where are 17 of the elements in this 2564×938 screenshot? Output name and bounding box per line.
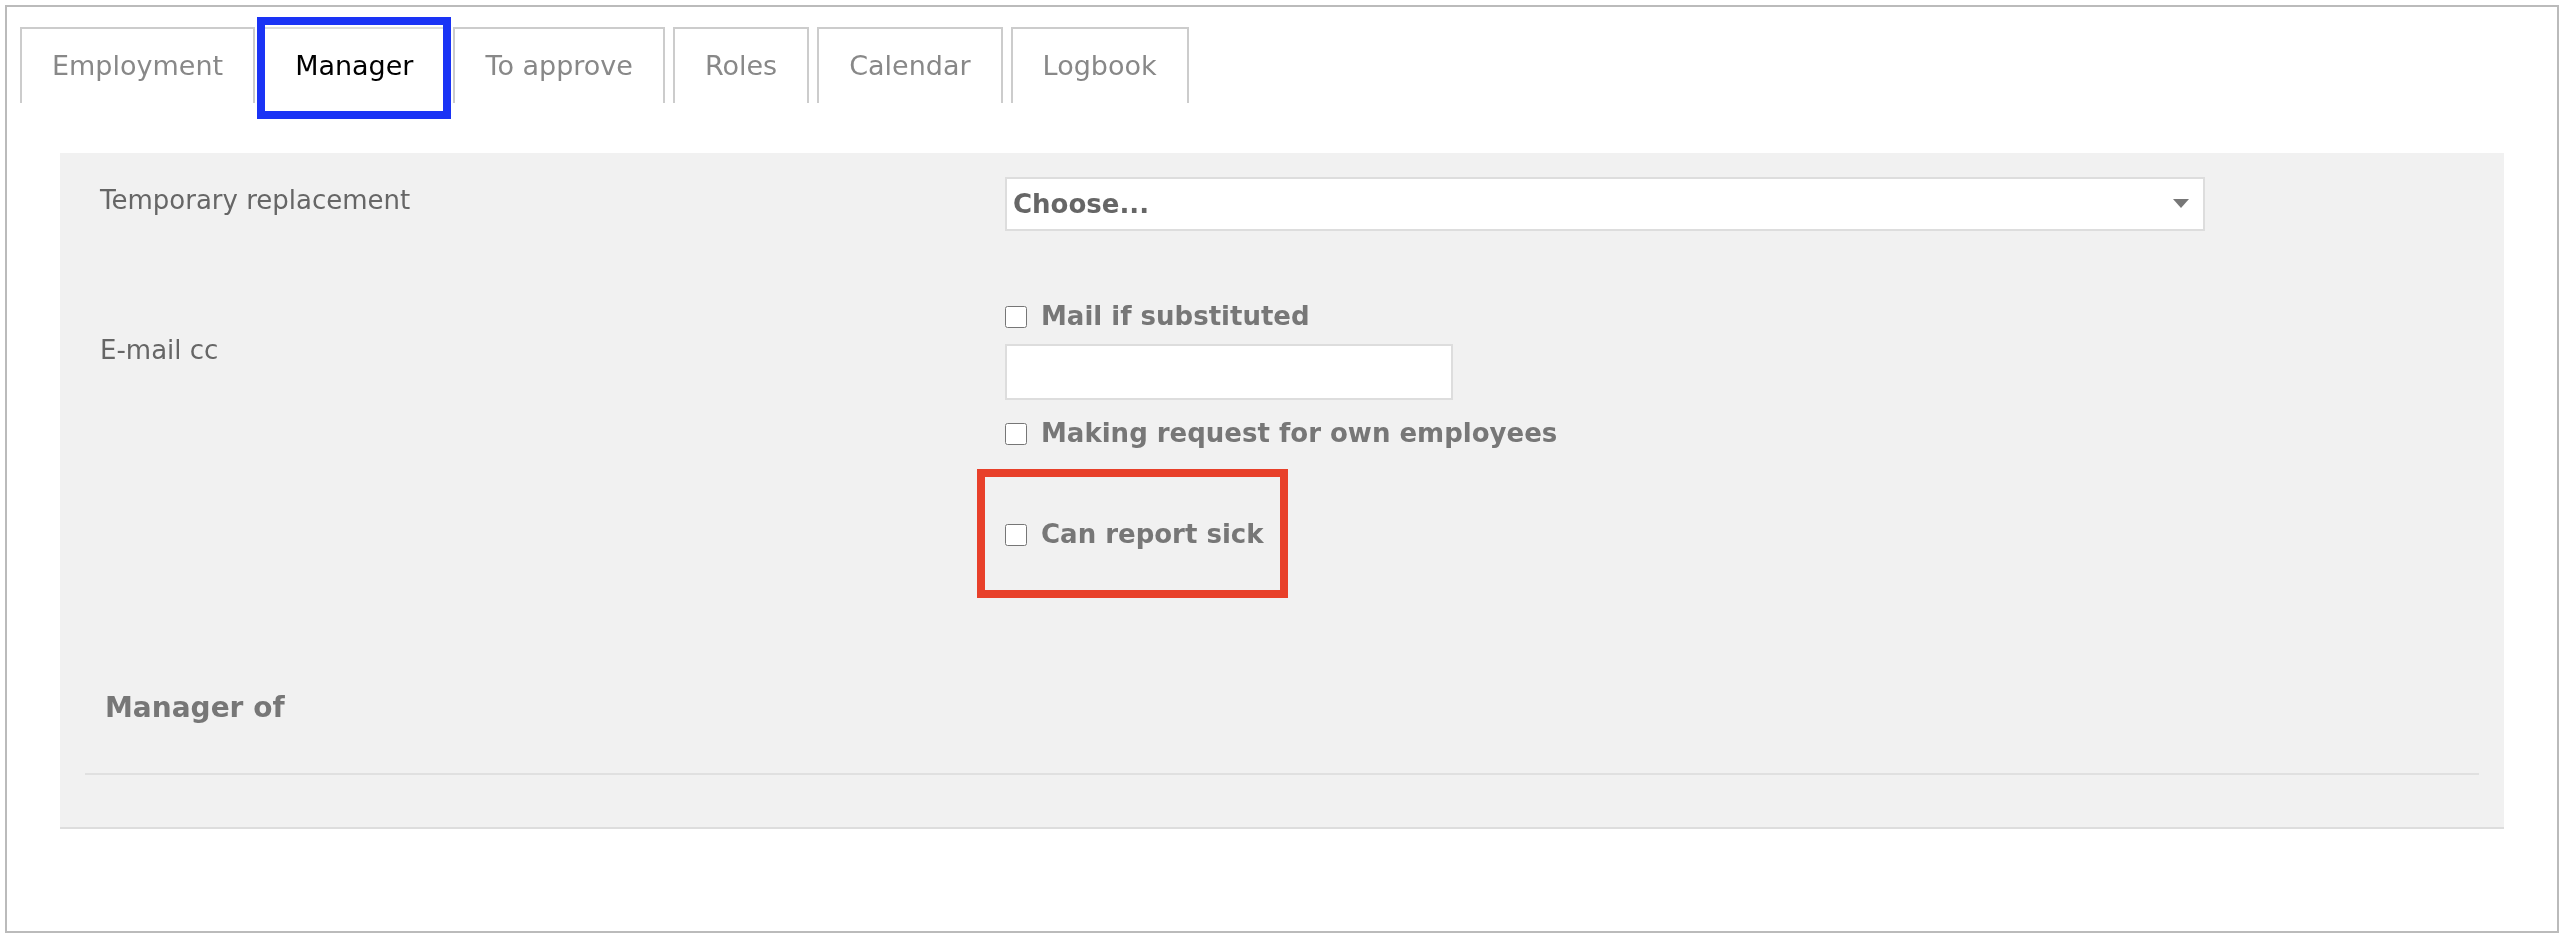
checkbox-label: Making request for own employees — [1041, 417, 1558, 450]
caret-icon — [2173, 199, 2189, 209]
tab[interactable]: Roles — [672, 27, 810, 103]
checkbox[interactable] — [1005, 305, 1027, 328]
checkbox-label: Mail if substituted — [1041, 300, 1310, 333]
tab[interactable]: To approve — [453, 27, 665, 103]
section-title: Manager of — [104, 690, 286, 726]
checkbox-label: Can report sick — [1041, 518, 1264, 551]
checkbox[interactable] — [1005, 523, 1027, 546]
field-label: E-mail cc — [100, 334, 220, 367]
field-label: Temporary replacement — [100, 184, 412, 217]
tab[interactable]: Employment — [20, 27, 256, 103]
email-input-field[interactable] — [1005, 344, 1453, 400]
tab[interactable]: Calendar — [817, 27, 1003, 103]
checkbox[interactable] — [1005, 422, 1027, 445]
tab[interactable]: Logbook — [1010, 27, 1189, 103]
select-dropdown[interactable]: Choose... — [1005, 177, 2205, 231]
